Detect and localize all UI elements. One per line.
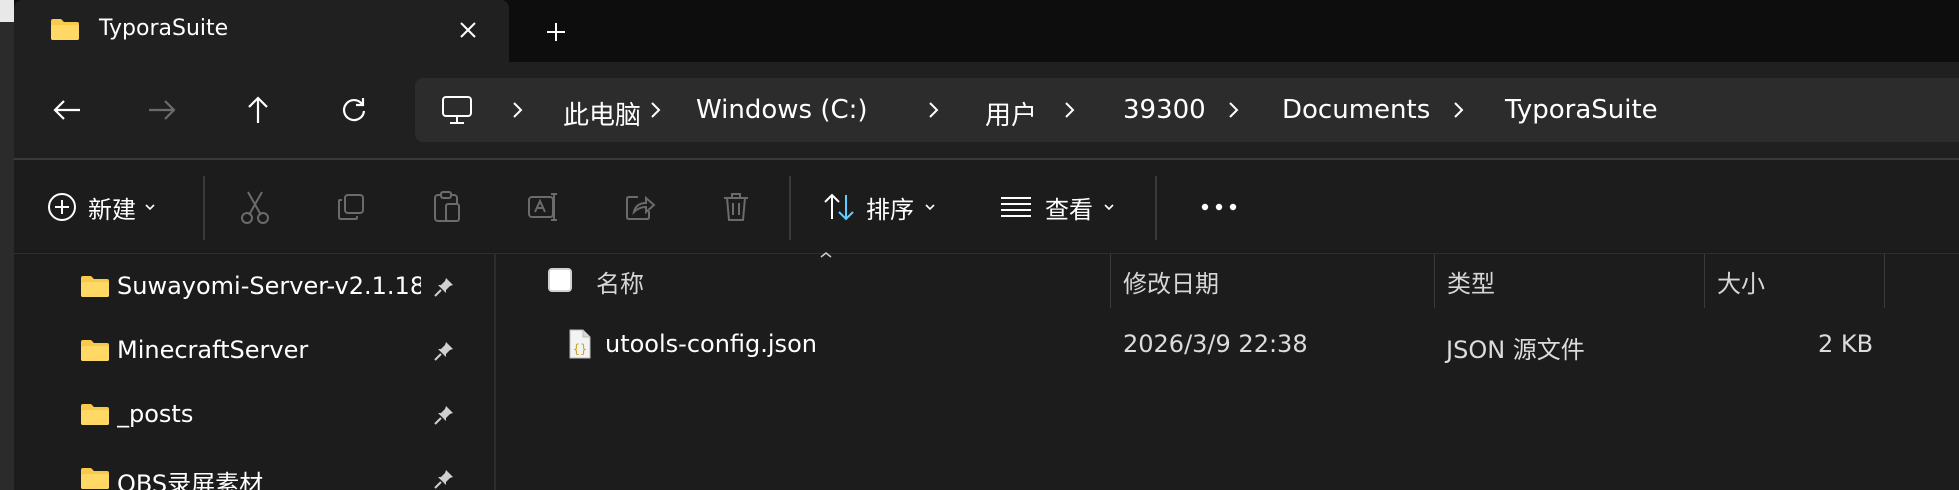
column-divider[interactable] xyxy=(1704,254,1705,308)
breadcrumb-this-pc[interactable]: 此电脑 xyxy=(563,95,641,132)
new-tab-button[interactable] xyxy=(536,12,576,52)
title-bar: TyporaSuite xyxy=(14,0,1959,62)
breadcrumb-documents[interactable]: Documents xyxy=(1282,95,1430,125)
column-divider[interactable] xyxy=(1110,254,1111,308)
sort-ascending-icon xyxy=(820,252,832,258)
up-button[interactable] xyxy=(234,86,282,134)
new-button-label: 新建 xyxy=(88,195,136,224)
close-tab-button[interactable] xyxy=(450,12,486,48)
command-bar: 新建 排序 查看 xyxy=(14,160,1959,254)
sort-icon xyxy=(824,193,854,221)
view-button[interactable]: 查看 xyxy=(999,180,1115,234)
forward-button[interactable] xyxy=(138,86,186,134)
folder-icon xyxy=(81,468,109,489)
sort-button[interactable]: 排序 xyxy=(822,180,936,234)
cut-button[interactable] xyxy=(239,180,271,234)
address-bar[interactable]: 此电脑 Windows (C:) 用户 39300 Documents Typo… xyxy=(415,78,1959,142)
this-pc-icon xyxy=(442,96,472,124)
chevron-down-icon xyxy=(145,204,155,211)
back-button[interactable] xyxy=(43,86,91,134)
pin-icon xyxy=(434,342,453,361)
more-options-button[interactable] xyxy=(1184,180,1254,234)
folder-icon xyxy=(81,276,109,297)
column-divider[interactable] xyxy=(1884,254,1885,308)
new-button[interactable]: 新建 xyxy=(46,180,156,234)
chevron-right-icon xyxy=(1229,102,1239,118)
sidebar-item-posts[interactable]: _posts xyxy=(80,392,480,436)
plus-icon xyxy=(547,23,565,41)
pin-icon xyxy=(434,406,453,425)
chevron-right-icon xyxy=(1454,102,1464,118)
pin-icon xyxy=(434,278,453,297)
column-header-type[interactable]: 类型 xyxy=(1447,264,1495,299)
file-type: JSON 源文件 xyxy=(1446,336,1585,364)
trash-icon xyxy=(724,193,748,221)
chevron-down-icon xyxy=(1104,204,1114,211)
sidebar-item-obs-recordings[interactable]: OBS录屏素材 xyxy=(80,456,480,490)
share-button[interactable] xyxy=(624,180,656,234)
paste-button[interactable] xyxy=(432,180,462,234)
file-modified: 2026/3/9 22:38 xyxy=(1123,330,1308,358)
arrow-left-icon xyxy=(53,100,80,120)
delete-button[interactable] xyxy=(722,180,750,234)
select-all-checkbox[interactable] xyxy=(548,268,572,292)
column-header-modified[interactable]: 修改日期 xyxy=(1123,264,1219,299)
column-divider[interactable] xyxy=(1434,254,1435,308)
chevron-right-icon xyxy=(513,102,523,118)
tab-title: TyporaSuite xyxy=(99,16,229,41)
left-window-edge xyxy=(0,0,14,490)
breadcrumb-users[interactable]: 用户 xyxy=(985,95,1037,132)
sidebar-item-label: _posts xyxy=(117,400,194,428)
breadcrumb-windows-c[interactable]: Windows (C:) xyxy=(696,95,868,125)
view-button-label: 查看 xyxy=(1045,195,1093,224)
column-header-name[interactable]: 名称 xyxy=(596,264,644,299)
chevron-right-icon xyxy=(929,102,939,118)
clipboard-icon xyxy=(434,191,460,222)
toolbar-separator xyxy=(203,176,205,240)
sidebar-item-label: Suwayomi-Server-v2.1.1867 xyxy=(117,272,421,300)
sidebar-item-label: OBS录屏素材 xyxy=(117,470,264,490)
sort-button-label: 排序 xyxy=(866,195,914,224)
navigation-bar: 此电脑 Windows (C:) 用户 39300 Documents Typo… xyxy=(14,62,1959,158)
folder-icon xyxy=(51,19,79,40)
sidebar-item-label: MinecraftServer xyxy=(117,336,309,364)
arrow-up-icon xyxy=(248,96,268,123)
chevron-right-icon xyxy=(1065,102,1075,118)
share-icon xyxy=(626,195,656,220)
folder-icon xyxy=(81,404,109,425)
breadcrumb-typorasuite[interactable]: TyporaSuite xyxy=(1505,95,1658,125)
json-file-icon: {} xyxy=(569,329,591,359)
arrow-right-icon xyxy=(149,100,176,120)
folder-icon xyxy=(81,340,109,361)
navigation-pane: Suwayomi-Server-v2.1.1867 MinecraftServe… xyxy=(14,254,494,490)
tab-typorasuite[interactable]: TyporaSuite xyxy=(14,0,509,62)
list-view-icon xyxy=(1001,197,1031,217)
rename-icon xyxy=(528,193,557,221)
svg-text:{}: {} xyxy=(573,342,587,356)
refresh-icon xyxy=(342,98,366,122)
chevron-right-icon xyxy=(651,102,661,118)
pin-icon xyxy=(434,470,453,489)
close-icon xyxy=(460,22,476,38)
toolbar-separator xyxy=(789,176,791,240)
more-icon xyxy=(1201,203,1237,211)
sidebar-item-suwayomi[interactable]: Suwayomi-Server-v2.1.1867 xyxy=(80,264,480,308)
toolbar-separator xyxy=(1155,176,1157,240)
column-header-size[interactable]: 大小 xyxy=(1717,264,1765,299)
plus-circle-icon xyxy=(48,193,76,221)
refresh-button[interactable] xyxy=(330,86,378,134)
file-size: 2 KB xyxy=(1818,330,1874,358)
breadcrumb-39300[interactable]: 39300 xyxy=(1123,95,1206,125)
copy-icon xyxy=(338,194,364,220)
chevron-down-icon xyxy=(925,204,935,211)
sidebar-item-minecraftserver[interactable]: MinecraftServer xyxy=(80,328,480,372)
scissors-icon xyxy=(241,191,269,224)
copy-button[interactable] xyxy=(336,180,366,234)
file-name[interactable]: utools-config.json xyxy=(605,330,817,358)
rename-button[interactable] xyxy=(527,180,561,234)
